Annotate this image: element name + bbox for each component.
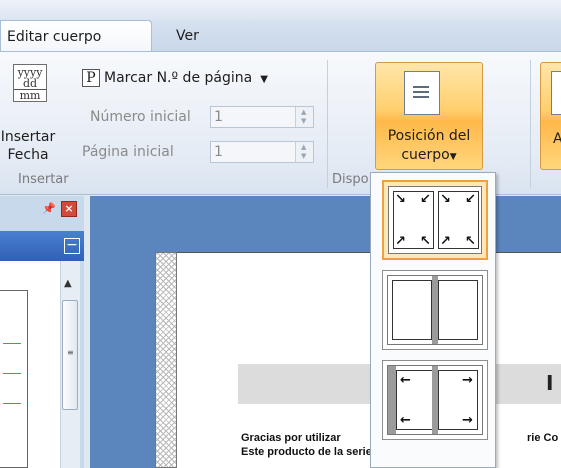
grip-icon: ≡ — [67, 348, 74, 357]
arrow-right-icon: → — [462, 373, 473, 388]
group-divider — [327, 60, 328, 188]
date-icon-line-day: dd — [22, 77, 38, 90]
insert-date-label-1: Insertar — [0, 129, 56, 145]
pin-icon[interactable]: 📌 — [42, 202, 56, 216]
start-page-value: 1 — [214, 144, 223, 160]
arrow-left-icon: ← — [400, 373, 411, 388]
page-half-icon — [438, 280, 478, 340]
arrow-down-right-icon: ↘ — [440, 192, 451, 207]
arrow-up-left-icon: ↖ — [465, 234, 476, 249]
page-number-icon: P — [82, 69, 100, 87]
arrow-left-icon: ← — [400, 413, 411, 428]
insert-date-button[interactable]: Insertar Fecha — [0, 128, 56, 164]
document-page[interactable] — [155, 252, 561, 468]
scroll-up-icon[interactable]: ▲ — [64, 278, 72, 289]
body-position-label-1: Posición del — [387, 128, 471, 144]
tab-strip: Editar cuerpo Ver — [0, 20, 561, 52]
next-ribbon-button-label: A — [553, 131, 561, 147]
page-half-icon — [392, 280, 432, 340]
body-position-label: Posición del cuerpo▼ — [376, 127, 482, 167]
next-ribbon-button[interactable]: A — [540, 62, 561, 170]
arrow-down-left-icon: ↙ — [420, 192, 431, 207]
document-title: I — [546, 371, 554, 395]
scrollbar-thumb[interactable]: ≡ — [62, 300, 78, 410]
position-option-plain[interactable] — [382, 270, 488, 350]
gutter-icon — [388, 366, 396, 434]
start-number-value: 1 — [214, 109, 223, 125]
insert-date-label-2: Fecha — [7, 147, 49, 163]
start-number-label: Número inicial — [90, 109, 191, 125]
spin-arrows-icon[interactable]: ▲ ▼ — [295, 107, 313, 127]
arrow-up-left-icon: ↖ — [420, 234, 431, 249]
mark-page-number-button[interactable]: P Marcar N.º de página ▼ — [82, 68, 268, 88]
page-thumbnail[interactable] — [0, 290, 28, 468]
collapse-icon[interactable]: − — [64, 238, 80, 254]
chevron-down-icon: ▼ — [260, 74, 268, 85]
arrow-right-icon: → — [462, 413, 473, 428]
tab-edit-body[interactable]: Editar cuerpo — [0, 20, 152, 52]
spin-arrows-icon[interactable]: ▲ ▼ — [295, 142, 313, 162]
chevron-down-icon: ▼ — [449, 152, 457, 162]
arrow-up-right-icon: ↗ — [395, 234, 406, 249]
arrow-down-right-icon: ↘ — [395, 192, 406, 207]
calendar-date-icon[interactable]: yyyy dd mm — [13, 64, 47, 102]
group-label-insert: Insertar — [18, 172, 69, 187]
start-page-label: Página inicial — [82, 144, 174, 160]
position-option-sides[interactable]: ← ← → → — [382, 360, 488, 440]
group-label-disposition: Dispo — [332, 172, 369, 187]
position-option-corners[interactable]: ↘ ↙ ↘ ↙ ↗ ↖ ↗ ↖ — [382, 180, 488, 260]
body-position-button[interactable]: Posición del cuerpo▼ — [375, 62, 483, 170]
document-text-line-1: Gracias por utilizar — [241, 432, 341, 444]
start-number-stepper[interactable]: 1 ▲ ▼ — [210, 106, 314, 128]
margin-hatch — [155, 252, 177, 468]
document-text-line-1-end: rie Co — [527, 432, 559, 444]
document-icon — [551, 71, 561, 115]
title-bar — [0, 0, 561, 20]
arrow-up-right-icon: ↗ — [440, 234, 451, 249]
date-icon-line-month: mm — [14, 89, 46, 101]
start-page-stepper[interactable]: 1 ▲ ▼ — [210, 141, 314, 163]
arrow-down-left-icon: ↙ — [465, 192, 476, 207]
group-divider — [530, 60, 531, 188]
mark-page-number-label: Marcar N.º de página — [104, 70, 253, 86]
tab-view[interactable]: Ver — [162, 20, 222, 52]
close-icon[interactable]: × — [61, 201, 77, 217]
document-icon — [404, 71, 440, 115]
body-position-label-2: cuerpo — [401, 147, 450, 163]
